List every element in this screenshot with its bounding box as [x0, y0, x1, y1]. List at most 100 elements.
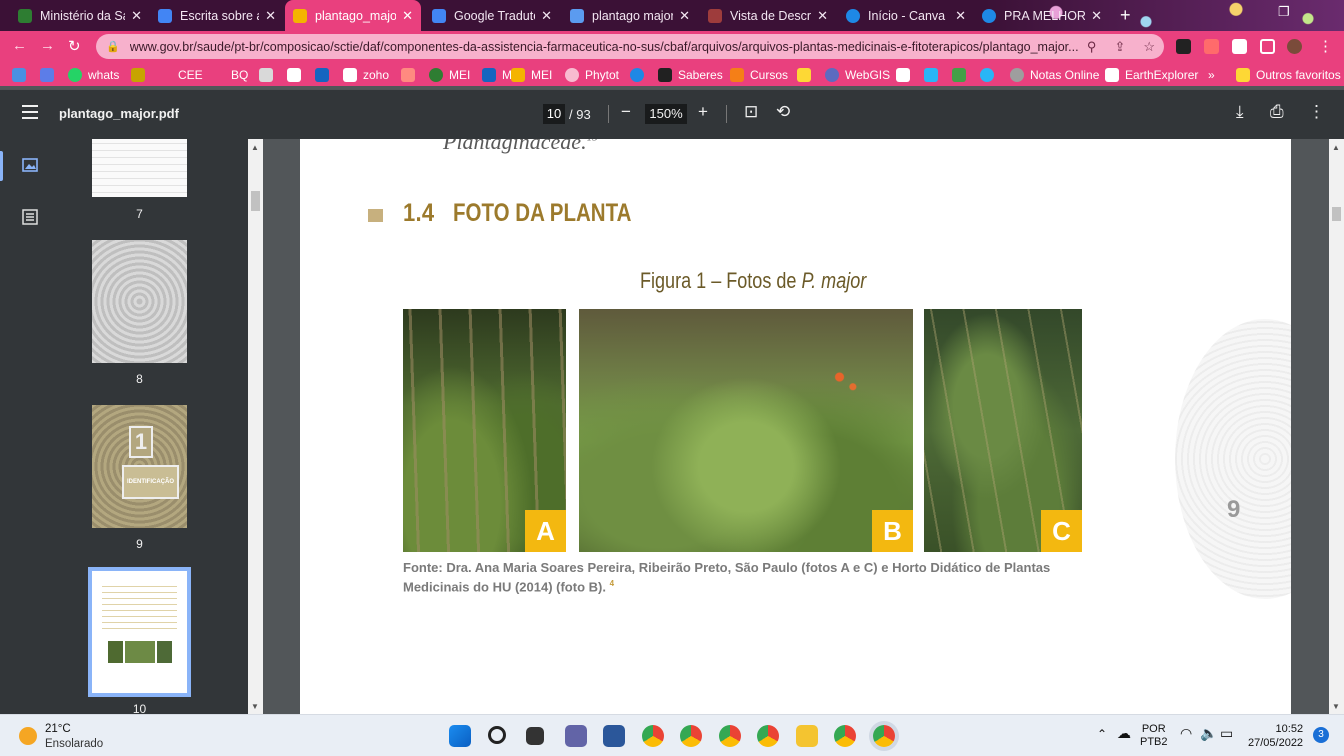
- chrome-icon[interactable]: [834, 725, 856, 747]
- bookmark-earthexplorer[interactable]: EarthExplorer: [1105, 66, 1198, 83]
- reload-icon[interactable]: ↻: [68, 37, 81, 55]
- bookmark-mei[interactable]: MEI: [429, 66, 470, 83]
- sidebar-menu-icon[interactable]: [22, 105, 38, 119]
- bookmark-saberes[interactable]: Saberes: [658, 66, 723, 83]
- new-tab-button[interactable]: +: [1120, 5, 1131, 26]
- scroll-down-icon[interactable]: ▼: [1332, 702, 1340, 711]
- input-language[interactable]: POR PTB2: [1140, 723, 1168, 749]
- scrollbar-thumb[interactable]: [1332, 207, 1341, 221]
- battery-icon[interactable]: ▭: [1220, 726, 1233, 740]
- task-view-icon[interactable]: [526, 727, 544, 745]
- wifi-icon[interactable]: ◠: [1180, 726, 1192, 740]
- teams-chat-icon[interactable]: [565, 725, 587, 747]
- chrome-icon[interactable]: [642, 725, 664, 747]
- tab-escrita[interactable]: Escrita sobre as p ✕: [150, 0, 284, 31]
- scroll-down-icon[interactable]: ▼: [251, 702, 259, 711]
- bookmark-bq[interactable]: BQ: [231, 66, 248, 83]
- clock[interactable]: 10:52 27/05/2022: [1248, 722, 1303, 750]
- zoom-level-input[interactable]: 150%: [645, 104, 687, 124]
- browser-menu-icon[interactable]: ⋮: [1318, 37, 1333, 55]
- extension-icon[interactable]: [1204, 39, 1219, 54]
- bookmark-item[interactable]: [131, 66, 151, 83]
- rotate-icon[interactable]: ⟲: [776, 102, 790, 122]
- fit-page-icon[interactable]: ⊡: [744, 102, 758, 122]
- scroll-up-icon[interactable]: ▲: [251, 143, 259, 152]
- file-explorer-icon[interactable]: [796, 725, 818, 747]
- search-icon[interactable]: [488, 726, 506, 744]
- bookmark-webgis[interactable]: WebGIS: [825, 66, 890, 83]
- tab-ministerio[interactable]: Ministério da Saú ✕: [10, 0, 150, 31]
- bookmark-zoho[interactable]: zoho: [343, 66, 389, 83]
- tab-vista-descripcion[interactable]: Vista de Descripc ✕: [700, 0, 836, 31]
- chrome-icon[interactable]: [719, 725, 741, 747]
- close-icon[interactable]: ✕: [265, 8, 276, 24]
- close-icon[interactable]: ✕: [955, 8, 966, 24]
- bookmark-star-icon[interactable]: ☆: [1143, 39, 1155, 55]
- network-status-icon[interactable]: ☁: [1117, 726, 1131, 740]
- tab-pra-melhor[interactable]: PRA MELHOR D ✕: [974, 0, 1110, 31]
- close-icon[interactable]: ✕: [131, 8, 142, 24]
- bookmark-item[interactable]: [896, 66, 916, 83]
- bookmark-notas-online[interactable]: Notas Online: [1010, 66, 1099, 83]
- tab-plantago-major-u[interactable]: plantago major u ✕: [562, 0, 698, 31]
- word-icon[interactable]: [603, 725, 625, 747]
- sun-icon[interactable]: [19, 727, 37, 745]
- bookmark-item[interactable]: [12, 66, 32, 83]
- bookmark-item[interactable]: [287, 66, 307, 83]
- lock-icon[interactable]: 🔒: [106, 40, 120, 53]
- chrome-icon[interactable]: [757, 725, 779, 747]
- bookmark-item[interactable]: [315, 66, 335, 83]
- side-panel-icon[interactable]: [1260, 39, 1275, 54]
- puzzle-extensions-icon[interactable]: [1232, 39, 1247, 54]
- bookmark-item[interactable]: [980, 66, 1000, 83]
- zoom-icon[interactable]: ⚲: [1087, 39, 1097, 55]
- close-icon[interactable]: ✕: [679, 8, 690, 24]
- scroll-up-icon[interactable]: ▲: [1332, 143, 1340, 152]
- bookmark-item[interactable]: [401, 66, 421, 83]
- bookmark-mei[interactable]: MEI: [511, 66, 552, 83]
- page-thumbnail[interactable]: [92, 240, 187, 363]
- page-thumbnail-active[interactable]: [88, 567, 191, 697]
- chrome-active-icon[interactable]: [873, 725, 895, 747]
- main-scrollbar[interactable]: ▲ ▼: [1329, 139, 1344, 714]
- bookmark-item[interactable]: [924, 66, 944, 83]
- bookmark-item[interactable]: [259, 66, 279, 83]
- tab-google-tradutor[interactable]: Google Tradutor ✕: [424, 0, 560, 31]
- tray-overflow-icon[interactable]: ⌃: [1097, 728, 1107, 741]
- profile-avatar[interactable]: [1287, 39, 1302, 54]
- close-icon[interactable]: ✕: [541, 8, 552, 24]
- bookmark-item[interactable]: [952, 66, 972, 83]
- restore-window-icon[interactable]: ❐: [1278, 4, 1290, 20]
- tab-plantago-pdf[interactable]: plantago_major.p ✕: [285, 0, 421, 31]
- page-thumbnail[interactable]: 1 IDENTIFICAÇÃO: [92, 405, 187, 528]
- extension-icon[interactable]: [1176, 39, 1191, 54]
- share-icon[interactable]: ⇪: [1114, 39, 1125, 55]
- bookmark-outros-favoritos[interactable]: Outros favoritos: [1236, 66, 1341, 83]
- chrome-icon[interactable]: [680, 725, 702, 747]
- url-field[interactable]: 🔒 www.gov.br/saude/pt-br/composicao/scti…: [96, 34, 1164, 59]
- bookmark-whats[interactable]: whats: [68, 66, 119, 83]
- bookmark-cee[interactable]: CEE: [178, 66, 203, 83]
- weather-temperature[interactable]: 21°C: [45, 723, 71, 735]
- close-icon[interactable]: ✕: [1091, 8, 1102, 24]
- start-menu-icon[interactable]: [449, 725, 471, 747]
- page-number-input[interactable]: 10: [543, 104, 565, 124]
- thumbnails-icon[interactable]: [22, 157, 38, 173]
- scrollbar-thumb[interactable]: [251, 191, 260, 211]
- bookmark-item[interactable]: [797, 66, 817, 83]
- bookmark-cursos[interactable]: Cursos: [730, 66, 788, 83]
- notification-badge[interactable]: 3: [1313, 727, 1329, 743]
- more-options-icon[interactable]: ⋮: [1308, 102, 1325, 122]
- weather-description[interactable]: Ensolarado: [45, 738, 103, 750]
- sidebar-scrollbar[interactable]: ▲ ▼: [248, 139, 263, 714]
- tab-canva[interactable]: Início - Canva ✕: [838, 0, 974, 31]
- download-icon[interactable]: ⤓: [1236, 102, 1244, 122]
- volume-icon[interactable]: 🔈: [1200, 726, 1217, 740]
- forward-icon[interactable]: →: [40, 37, 55, 54]
- back-icon[interactable]: ←: [12, 37, 27, 54]
- close-icon[interactable]: ✕: [817, 8, 828, 24]
- outline-icon[interactable]: [22, 209, 38, 225]
- bookmark-item[interactable]: [630, 66, 650, 83]
- bookmark-item[interactable]: [40, 66, 60, 83]
- print-icon[interactable]: ⎙: [1270, 102, 1284, 122]
